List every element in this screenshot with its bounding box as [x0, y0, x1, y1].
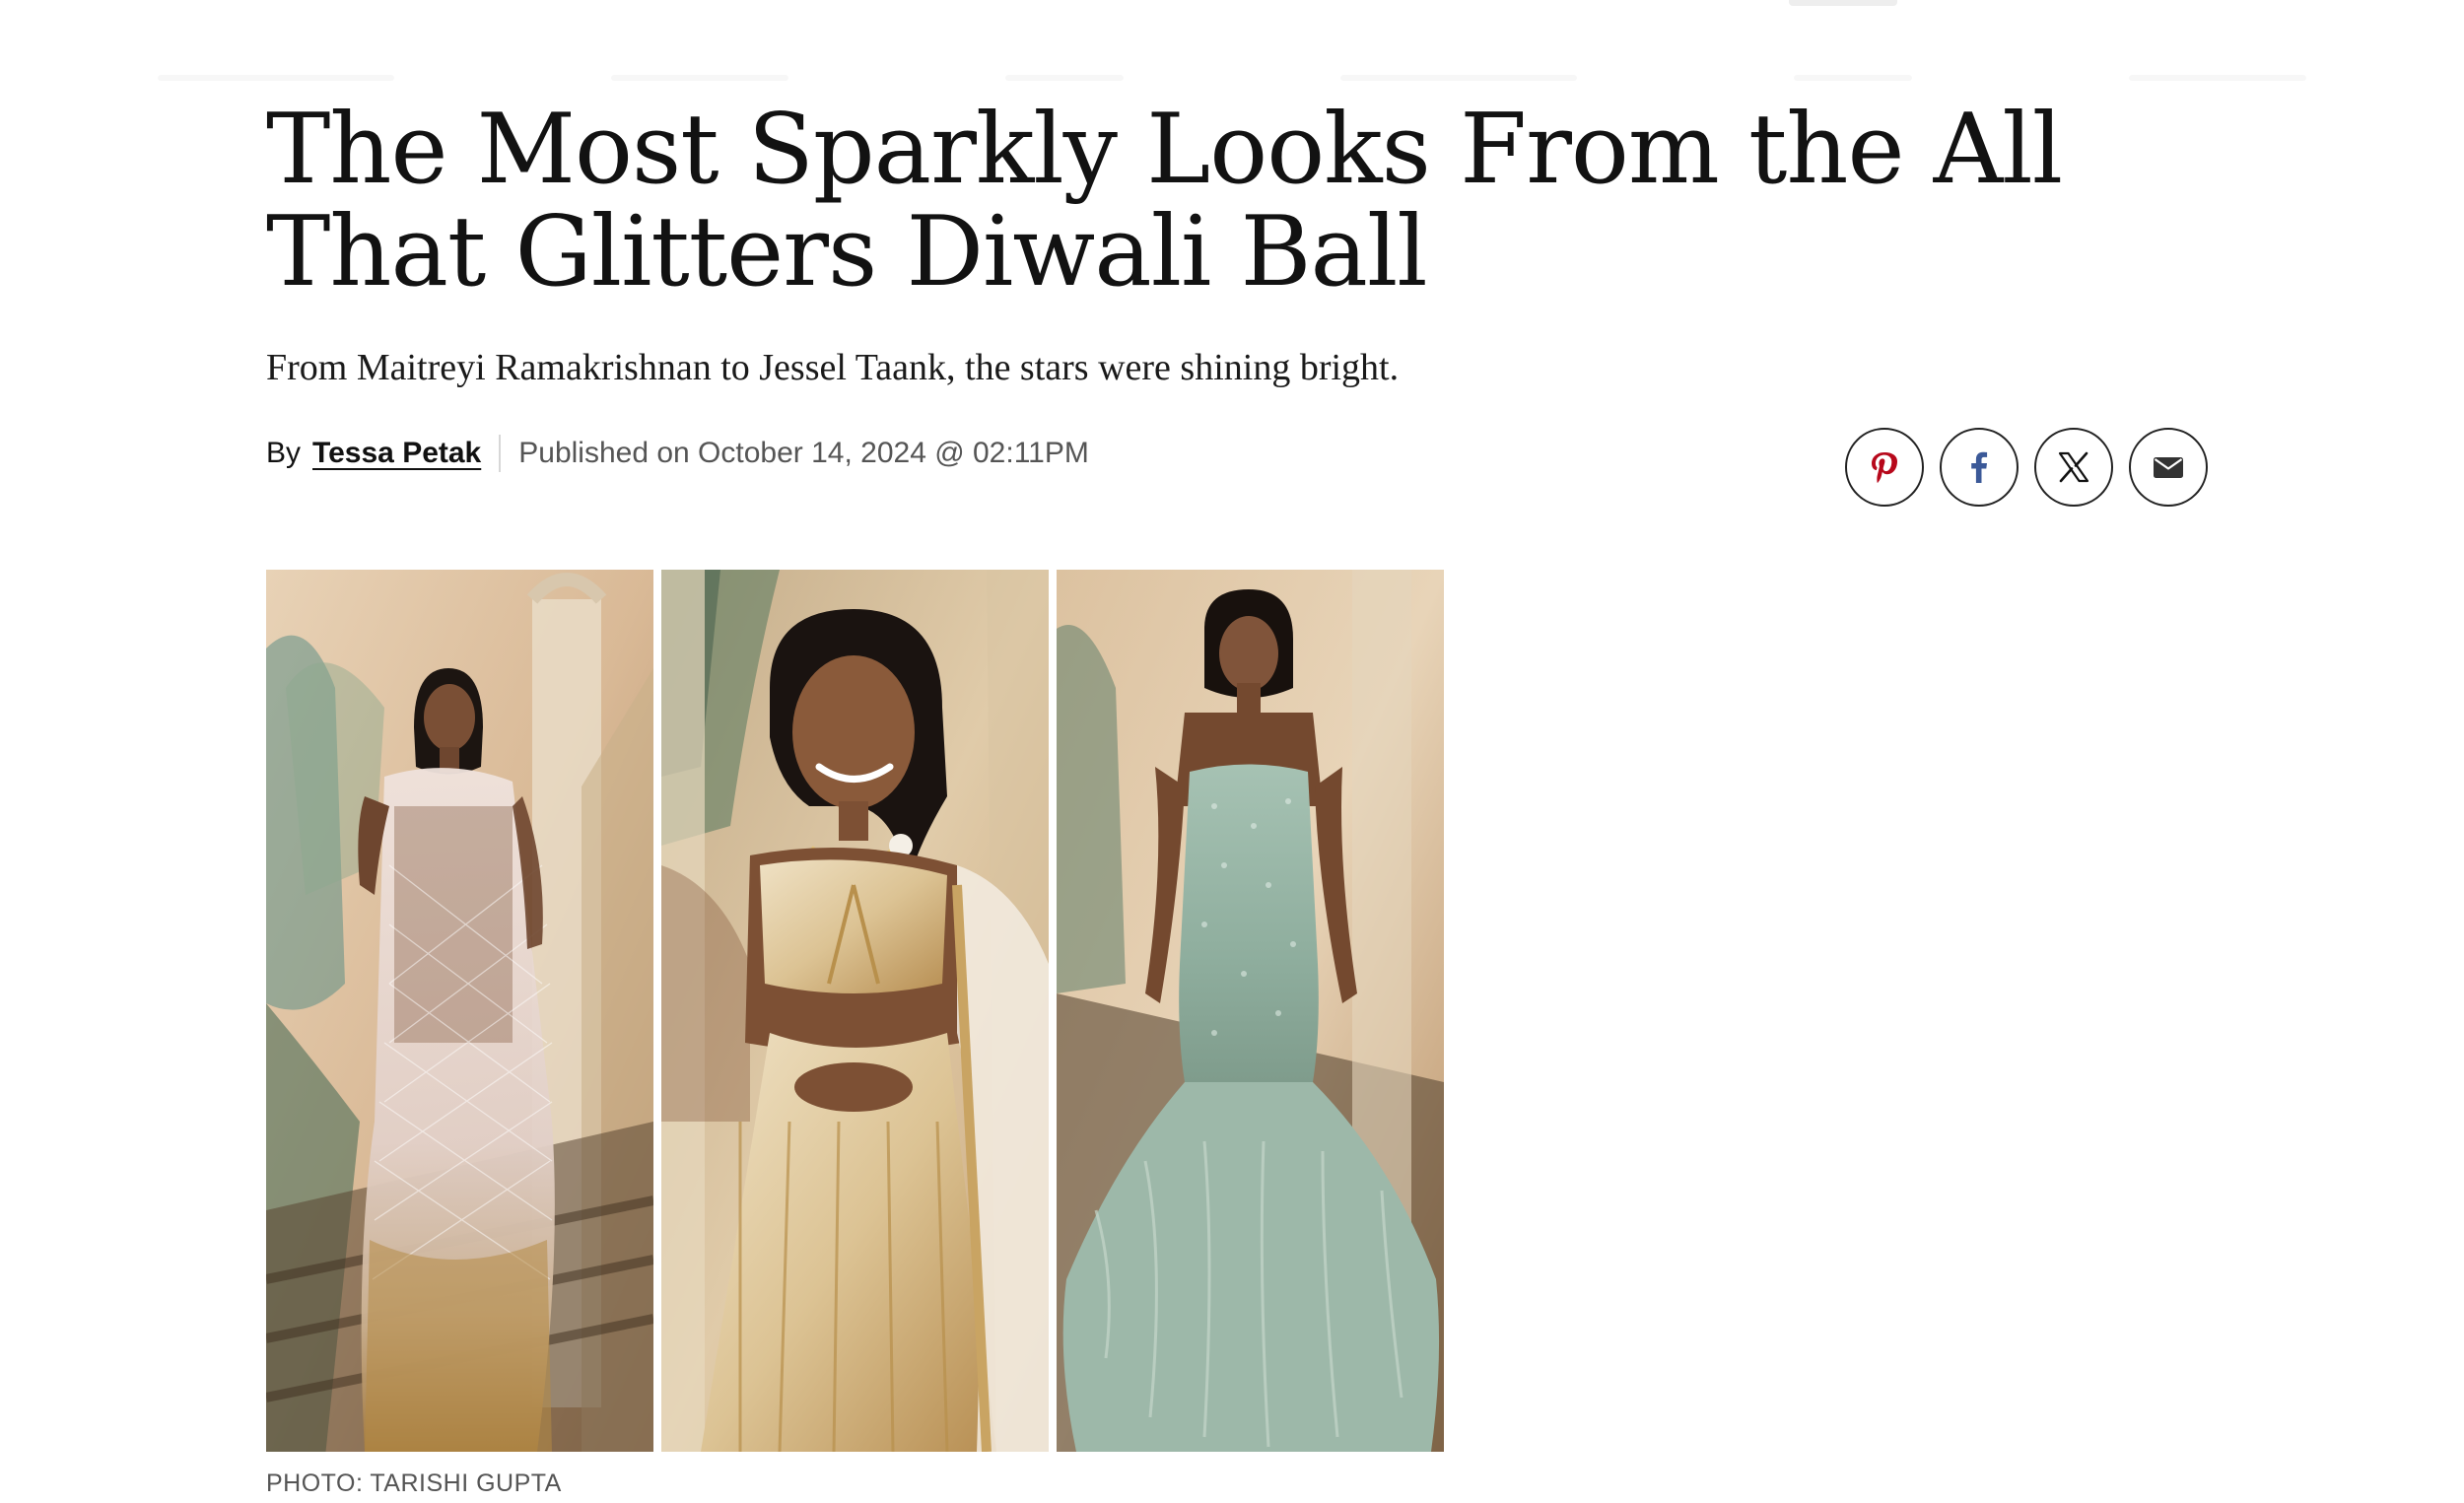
x-share-button[interactable] — [2034, 428, 2113, 507]
nav-item-placeholder — [1005, 75, 1124, 81]
lead-image[interactable] — [266, 570, 1446, 1452]
lead-image-figure: PHOTO: TARISHI GUPTA — [266, 570, 1446, 1498]
nav-item-placeholder — [1340, 75, 1577, 81]
pinterest-icon — [1872, 452, 1897, 483]
email-share-button[interactable] — [2129, 428, 2208, 507]
facebook-share-button[interactable] — [1940, 428, 2019, 507]
article-headline: The Most Sparkly Looks From the All That… — [266, 94, 2063, 308]
article-dek: From Maitreyi Ramakrishnan to Jessel Taa… — [266, 347, 1400, 388]
x-icon — [2058, 451, 2089, 483]
photo-panel-gown — [1057, 570, 1444, 1452]
author-link[interactable]: Tessa Petak — [312, 437, 481, 470]
photo-panel-lehenga — [661, 570, 1049, 1452]
facebook-icon — [1971, 451, 1988, 483]
top-bar-hint — [1789, 0, 1897, 6]
gown-photo-illustration — [1057, 570, 1444, 1452]
publish-date: Published on October 14, 2024 @ 02:11PM — [518, 437, 1089, 469]
nav-item-placeholder — [2129, 75, 2306, 81]
photo-credit: PHOTO: TARISHI GUPTA — [266, 1469, 562, 1497]
byline: By Tessa Petak Published on October 14, … — [266, 432, 1089, 475]
byline-prefix: By — [266, 437, 302, 469]
nav-item-placeholder — [611, 75, 788, 81]
byline-divider — [499, 435, 502, 472]
nav-item-placeholder — [158, 75, 394, 81]
nav-item-placeholder — [1794, 75, 1912, 81]
lehenga-photo-illustration — [661, 570, 1049, 1452]
saree-photo-illustration — [266, 570, 653, 1452]
article-header: The Most Sparkly Looks From the All That… — [266, 99, 2218, 390]
email-icon — [2154, 457, 2183, 478]
share-buttons — [1845, 428, 2208, 507]
photo-panel-saree — [266, 570, 653, 1452]
pinterest-share-button[interactable] — [1845, 428, 1924, 507]
top-navigation — [158, 61, 2306, 95]
